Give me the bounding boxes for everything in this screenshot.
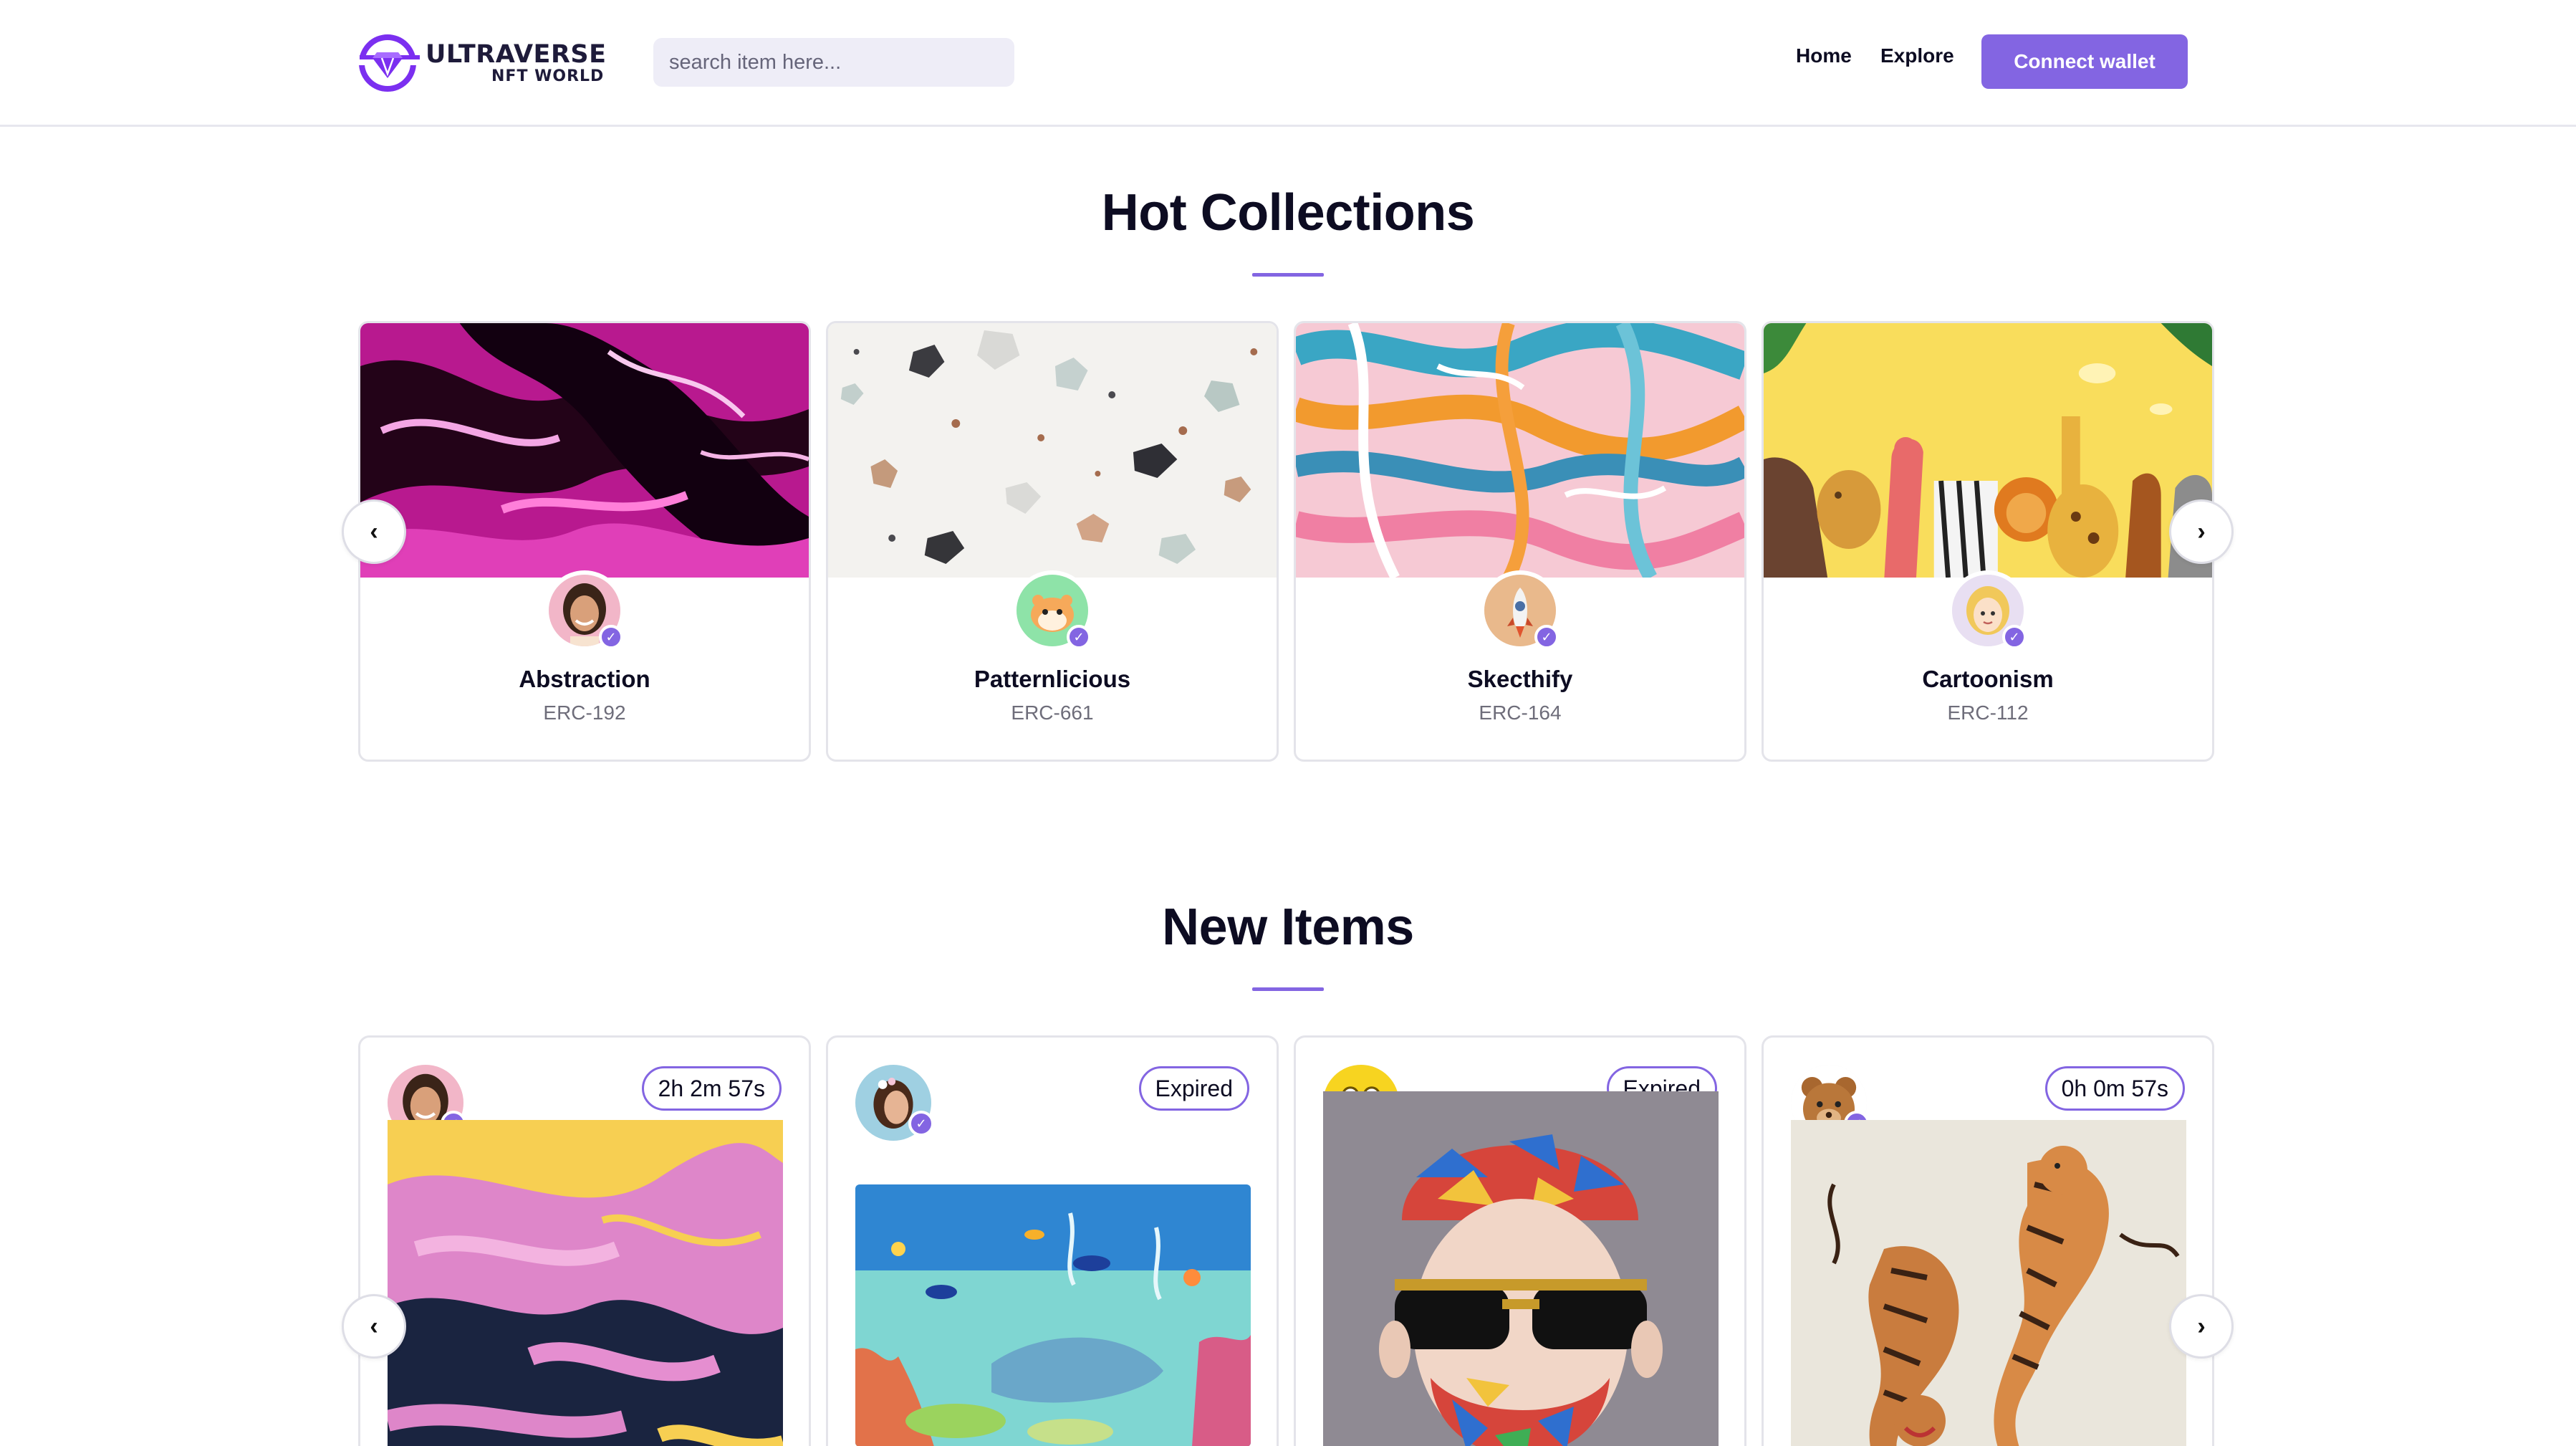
two-tigers-icon bbox=[1791, 1120, 2186, 1446]
verified-check-icon: ✓ bbox=[2002, 625, 2027, 649]
collection-name[interactable]: Cartoonism bbox=[1764, 666, 2212, 693]
verified-check-icon: ✓ bbox=[908, 1111, 934, 1136]
carousel-next-button[interactable]: › bbox=[2169, 1294, 2234, 1359]
brush-stroke-art-icon bbox=[1296, 323, 1744, 578]
nft-item-card[interactable]: ✓ 2h 2m 57s bbox=[358, 1035, 811, 1446]
collection-card[interactable]: ✓ Patternlicious ERC-661 bbox=[826, 321, 1279, 762]
logo-title: ULTRAVERSE bbox=[426, 39, 607, 69]
nft-image[interactable] bbox=[388, 1120, 783, 1446]
carousel-prev-button[interactable]: ‹ bbox=[342, 499, 406, 564]
nft-item-card[interactable]: ✓ 0h 0m 57s bbox=[1762, 1035, 2214, 1446]
collection-banner-image[interactable] bbox=[828, 323, 1277, 578]
carousel-prev-button[interactable]: ‹ bbox=[342, 1294, 406, 1359]
mosaic-bearded-man-icon bbox=[1323, 1091, 1719, 1446]
collection-banner-image[interactable] bbox=[1764, 323, 2212, 578]
collection-name[interactable]: Abstraction bbox=[360, 666, 809, 693]
pink-yellow-marble-art-icon bbox=[388, 1120, 783, 1446]
collection-code: ERC-192 bbox=[543, 702, 626, 724]
collection-name[interactable]: Skecthify bbox=[1296, 666, 1744, 693]
collection-card[interactable]: ✓ Abstraction ERC-192 bbox=[358, 321, 811, 762]
title-divider bbox=[1252, 987, 1324, 991]
logo-subtitle: NFT WORLD bbox=[491, 67, 605, 85]
verified-check-icon: ✓ bbox=[599, 625, 623, 649]
verified-check-icon: ✓ bbox=[1534, 625, 1559, 649]
collection-card[interactable]: ✓ Cartoonism ERC-112 bbox=[1762, 321, 2214, 762]
underwater-scene-icon bbox=[855, 1184, 1251, 1446]
top-navbar: ULTRAVERSE NFT WORLD Home Explore Connec… bbox=[0, 0, 2576, 127]
collection-code: ERC-661 bbox=[1011, 702, 1094, 724]
nft-item-card[interactable]: ✓ Expired bbox=[1294, 1035, 1746, 1446]
diamond-logo-icon bbox=[358, 34, 421, 92]
countdown-badge: 0h 0m 57s bbox=[2044, 1066, 2185, 1111]
nft-item-card[interactable]: ✓ Expired bbox=[826, 1035, 1279, 1446]
carousel-next-button[interactable]: › bbox=[2169, 499, 2234, 564]
verified-check-icon: ✓ bbox=[1067, 625, 1091, 649]
collection-banner-image[interactable] bbox=[1296, 323, 1744, 578]
nft-image[interactable] bbox=[855, 1184, 1251, 1446]
collection-code: ERC-164 bbox=[1479, 702, 1562, 724]
nft-image[interactable] bbox=[1323, 1091, 1719, 1446]
section-title-hot-collections: Hot Collections bbox=[1101, 184, 1475, 241]
connect-wallet-button[interactable]: Connect wallet bbox=[1981, 34, 2188, 89]
collection-name[interactable]: Patternlicious bbox=[828, 666, 1277, 693]
nav-link-explore[interactable]: Explore bbox=[1880, 44, 1954, 67]
cartoon-animals-icon bbox=[1764, 323, 2212, 578]
countdown-badge: Expired bbox=[1138, 1066, 1249, 1111]
collection-code: ERC-112 bbox=[1947, 702, 2029, 724]
collection-banner-image[interactable] bbox=[360, 323, 809, 578]
nav-link-home[interactable]: Home bbox=[1796, 44, 1852, 67]
countdown-badge: 2h 2m 57s bbox=[641, 1066, 782, 1111]
collection-card[interactable]: ✓ Skecthify ERC-164 bbox=[1294, 321, 1746, 762]
nft-image[interactable] bbox=[1791, 1120, 2186, 1446]
terrazzo-pattern-icon bbox=[828, 323, 1277, 578]
search-input[interactable] bbox=[653, 38, 1014, 87]
magenta-fluid-art-icon bbox=[360, 323, 809, 578]
section-title-new-items: New Items bbox=[1162, 899, 1414, 956]
title-divider bbox=[1252, 273, 1324, 277]
site-logo[interactable]: ULTRAVERSE NFT WORLD bbox=[358, 33, 616, 93]
